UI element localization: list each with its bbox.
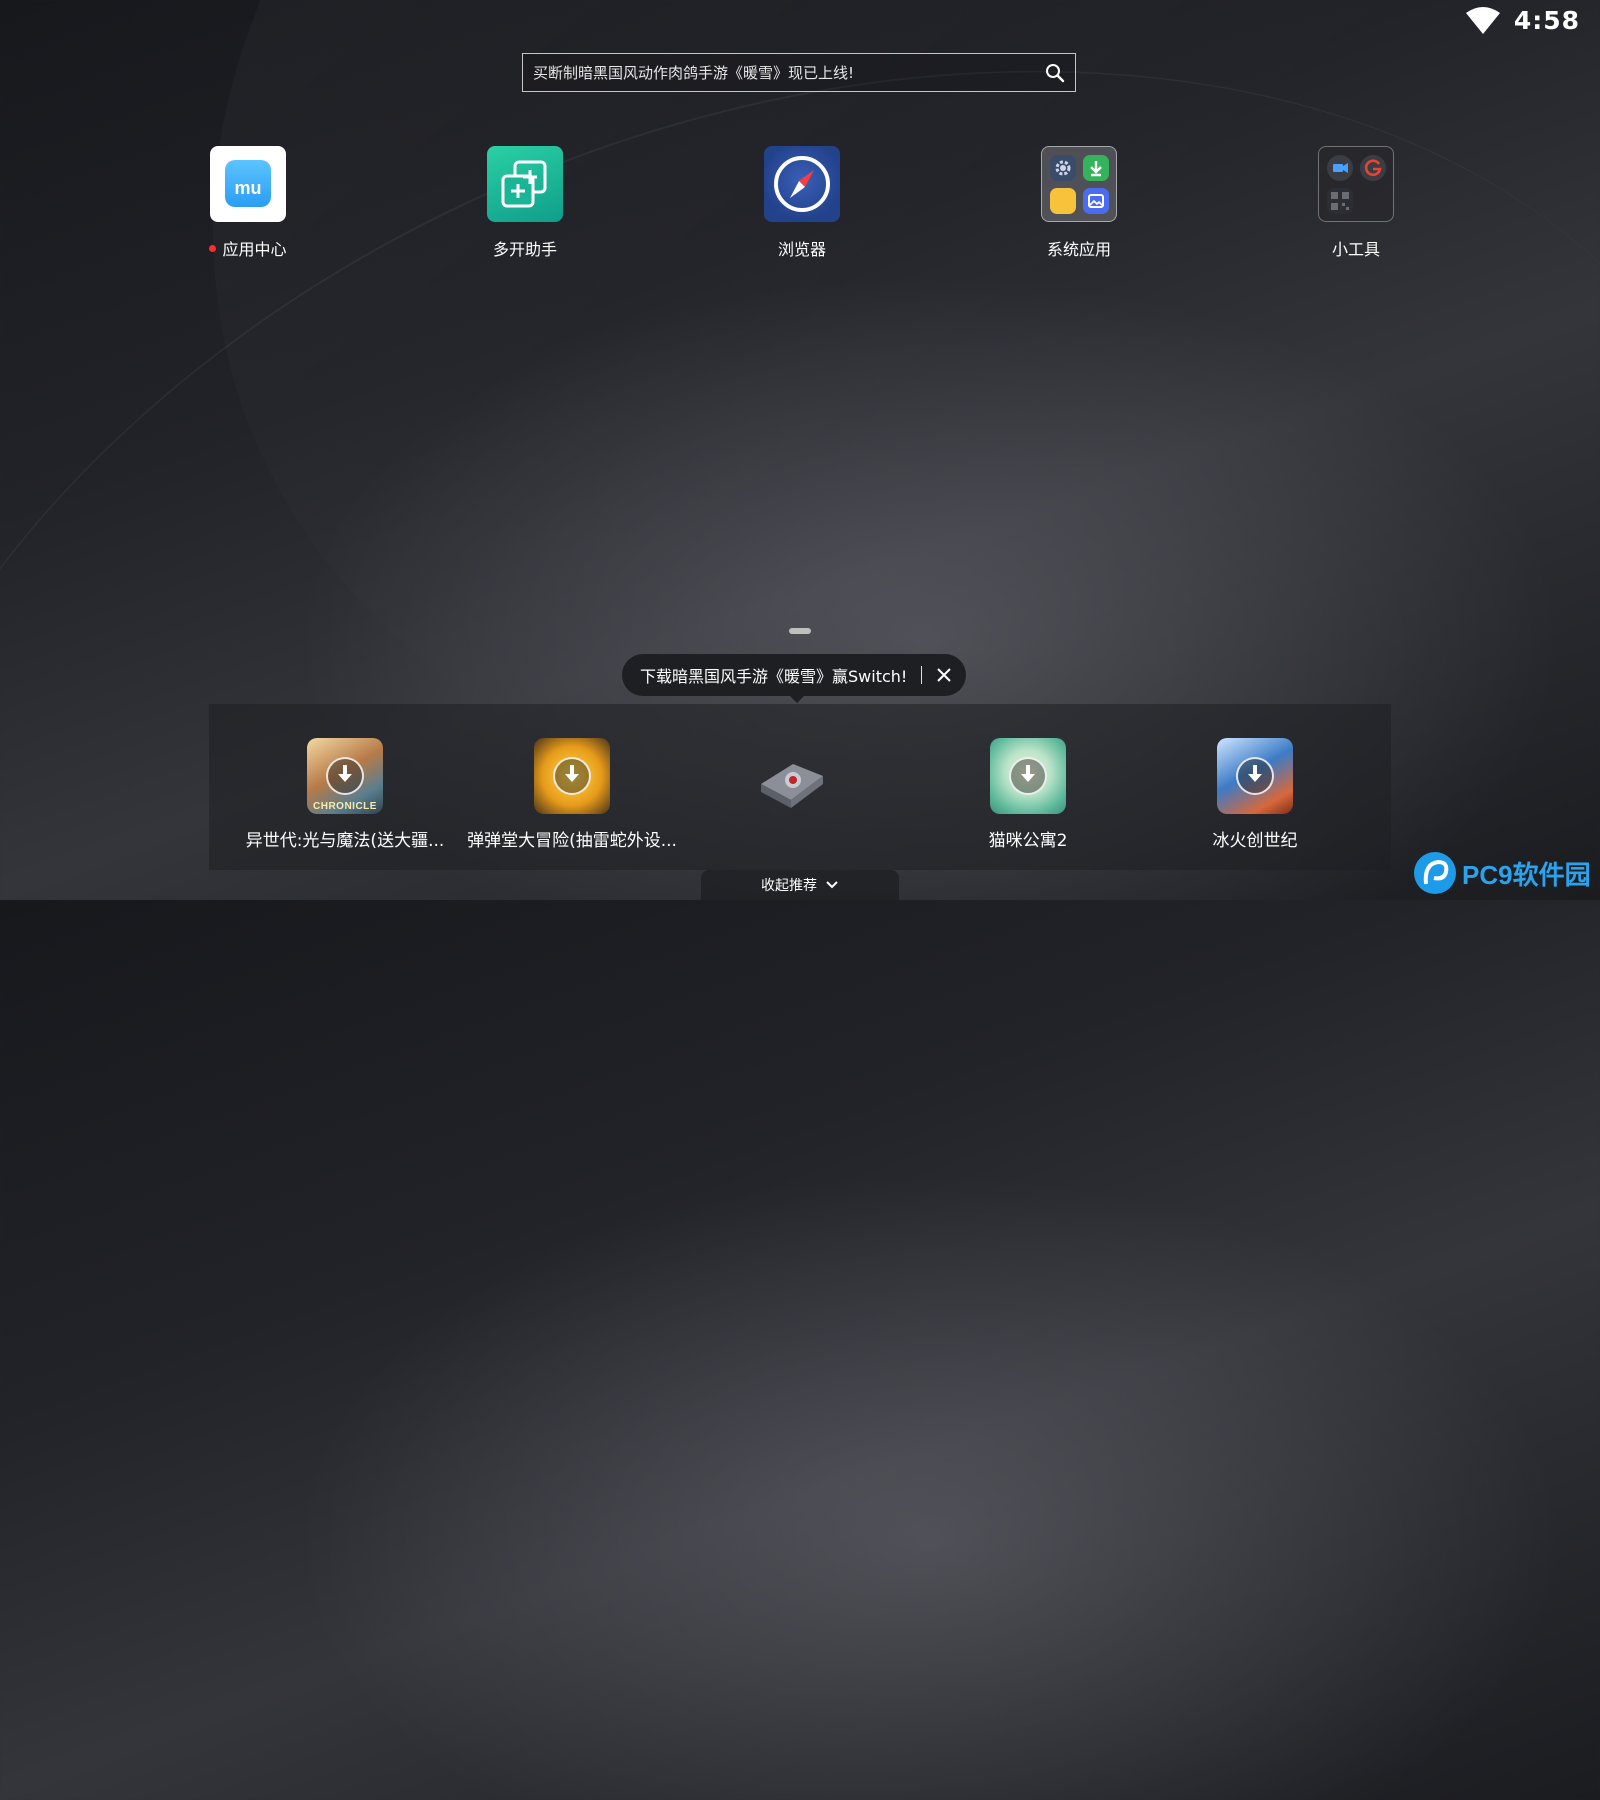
compass-icon[interactable]	[764, 146, 840, 222]
app-label: 浏览器	[777, 240, 826, 259]
promo-tooltip-text[interactable]: 下载暗黑国风手游《暖雪》赢Switch!	[640, 663, 907, 687]
notification-badge	[209, 244, 217, 252]
watermark-text: PC9软件园	[1462, 859, 1591, 890]
folder-tools[interactable]: 小工具	[1276, 146, 1436, 260]
video-icon	[1327, 155, 1353, 181]
app-app-center[interactable]: mu 应用中心	[168, 146, 328, 260]
watermark: PC9软件园	[1414, 852, 1591, 894]
recommended-app[interactable]: 弹弹堂大冒险(抽雷蛇外设...	[462, 738, 682, 851]
app-center-icon[interactable]: mu	[210, 146, 286, 222]
app-name: 猫咪公寓2	[988, 831, 1068, 851]
wallpaper-curve	[0, 0, 1600, 1800]
app-name: 异世代:光与魔法(送大疆...	[245, 831, 445, 851]
collapse-recommendations-button[interactable]: 收起推荐	[701, 870, 899, 900]
promo-tooltip[interactable]: 下载暗黑国风手游《暖雪》赢Switch!	[622, 654, 967, 703]
clock: 4:58	[1513, 6, 1580, 35]
app-thumbnail[interactable]: CHRONICLE	[307, 738, 383, 814]
app-thumbnail[interactable]	[1217, 738, 1293, 814]
folder-icon[interactable]	[1318, 146, 1394, 222]
recommended-app[interactable]: CHRONICLE 异世代:光与魔法(送大疆...	[235, 738, 455, 851]
folder-system-apps[interactable]: 系统应用	[999, 146, 1159, 260]
download-icon[interactable]	[326, 757, 364, 795]
settings-icon	[1050, 155, 1076, 181]
divider	[921, 666, 923, 684]
chevron-down-icon	[826, 881, 838, 889]
app-name: 冰火创世纪	[1212, 831, 1298, 851]
download-icon[interactable]	[1236, 757, 1274, 795]
wifi-icon	[1465, 6, 1500, 34]
status-bar: 4:58	[1465, 6, 1580, 35]
close-icon[interactable]	[936, 667, 952, 683]
file-manager-icon	[1050, 188, 1076, 214]
app-label: 系统应用	[1046, 240, 1111, 259]
download-icon	[1083, 155, 1109, 181]
recommended-app[interactable]: 猫咪公寓2	[918, 738, 1138, 851]
page-indicator	[789, 628, 811, 634]
app-thumbnail[interactable]	[990, 738, 1066, 814]
app-label: 多开助手	[492, 240, 557, 259]
thumbnail-text: CHRONICLE	[313, 801, 377, 812]
app-label: 应用中心	[222, 240, 287, 259]
recommendation-dock: CHRONICLE 异世代:光与魔法(送大疆... 弹弹堂大冒险(抽雷蛇外设..…	[209, 704, 1391, 870]
download-icon[interactable]	[1009, 757, 1047, 795]
book-icon[interactable]	[753, 738, 829, 814]
search-input[interactable]: 买断制暗黑国风动作肉鸽手游《暖雪》现已上线!	[533, 62, 1045, 83]
collapse-label: 收起推荐	[761, 878, 817, 894]
search-icon[interactable]	[1045, 63, 1065, 83]
app-thumbnail[interactable]	[534, 738, 610, 814]
recommended-app[interactable]	[681, 738, 901, 826]
app-browser[interactable]: 浏览器	[722, 146, 882, 260]
folder-icon[interactable]	[1041, 146, 1117, 222]
search-bar[interactable]: 买断制暗黑国风动作肉鸽手游《暖雪》现已上线!	[522, 53, 1076, 92]
gallery-icon	[1083, 188, 1109, 214]
app-multi-open[interactable]: 多开助手	[445, 146, 605, 260]
app-label: 小工具	[1331, 240, 1380, 259]
download-icon[interactable]	[553, 757, 591, 795]
recommended-app[interactable]: 冰火创世纪	[1145, 738, 1365, 851]
multi-open-icon[interactable]	[487, 146, 563, 222]
watermark-logo-icon	[1414, 852, 1456, 894]
google-icon	[1360, 155, 1386, 181]
qr-code-icon	[1327, 188, 1353, 214]
app-name: 弹弹堂大冒险(抽雷蛇外设...	[467, 831, 677, 851]
